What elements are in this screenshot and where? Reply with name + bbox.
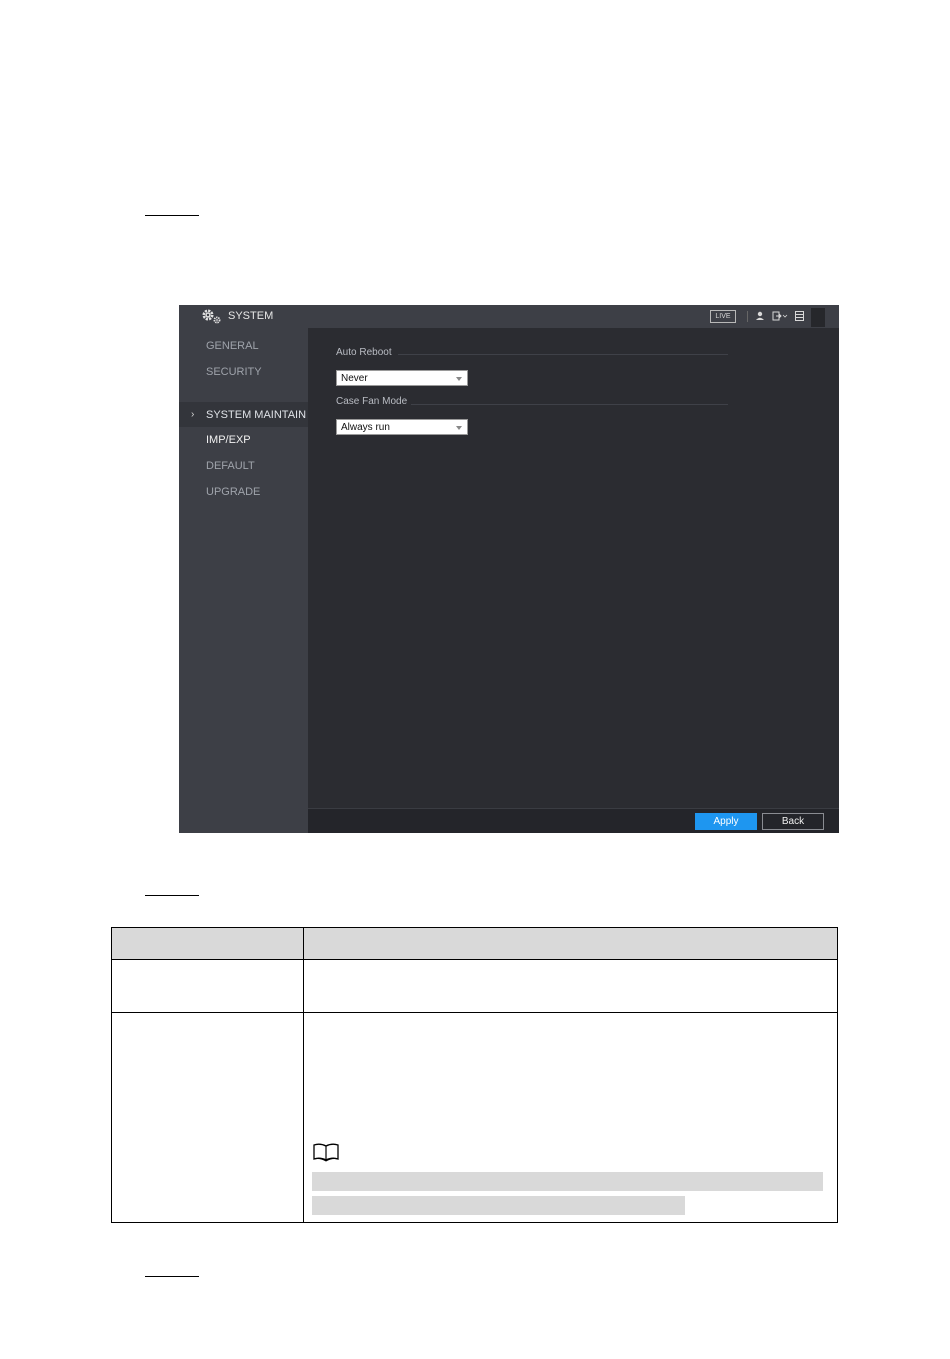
- sidebar-item-default[interactable]: DEFAULT: [206, 460, 255, 472]
- user-icon[interactable]: [754, 310, 766, 322]
- title-bar: SYSTEM LIVE: [179, 305, 839, 328]
- window-title: SYSTEM: [228, 310, 274, 322]
- sidebar-item-system-maintain[interactable]: SYSTEM MAINTAIN: [206, 409, 306, 421]
- gear-icon: [202, 309, 221, 324]
- auto-reboot-label: Auto Reboot: [336, 347, 392, 358]
- logout-icon[interactable]: [772, 310, 788, 322]
- header-panel: [811, 308, 825, 327]
- step-underline: [145, 215, 199, 216]
- sidebar: GENERAL SECURITY › SYSTEM MAINTAIN IMP/E…: [179, 328, 308, 833]
- back-button[interactable]: Back: [762, 813, 824, 830]
- sidebar-item-general[interactable]: GENERAL: [206, 340, 259, 352]
- redacted-note-line: [312, 1196, 685, 1215]
- case-fan-mode-label: Case Fan Mode: [336, 396, 408, 407]
- redacted-note-line: [312, 1172, 823, 1191]
- footer-bar: Apply Back: [308, 808, 839, 833]
- chevron-right-icon: ›: [191, 409, 195, 420]
- settings-panel: Auto Reboot Never Case Fan Mode Always r…: [308, 328, 839, 808]
- parameter-table: [111, 927, 838, 1223]
- chevron-down-icon: [456, 426, 462, 430]
- auto-reboot-select[interactable]: Never: [336, 370, 468, 386]
- step-underline: [145, 895, 199, 896]
- section-divider: [411, 404, 728, 405]
- step-underline: [145, 1276, 199, 1277]
- chevron-down-icon: [456, 377, 462, 381]
- section-divider: [398, 354, 728, 355]
- table-column-divider: [303, 928, 304, 1222]
- sidebar-item-imp-exp[interactable]: IMP/EXP: [206, 434, 251, 446]
- book-icon: [313, 1143, 339, 1162]
- table-header: [112, 928, 837, 960]
- apply-button[interactable]: Apply: [695, 813, 757, 830]
- layout-icon[interactable]: [794, 310, 806, 322]
- header-divider: [747, 311, 748, 322]
- auto-reboot-value: Never: [341, 373, 368, 384]
- case-fan-mode-select[interactable]: Always run: [336, 419, 468, 435]
- sidebar-item-security[interactable]: SECURITY: [206, 366, 262, 378]
- live-button[interactable]: LIVE: [710, 310, 736, 323]
- sidebar-item-upgrade[interactable]: UPGRADE: [206, 486, 260, 498]
- case-fan-mode-value: Always run: [341, 422, 390, 433]
- table-row-divider: [112, 1012, 837, 1013]
- system-window: SYSTEM LIVE GENERAL SECURITY › SYSTEM MA…: [179, 305, 839, 833]
